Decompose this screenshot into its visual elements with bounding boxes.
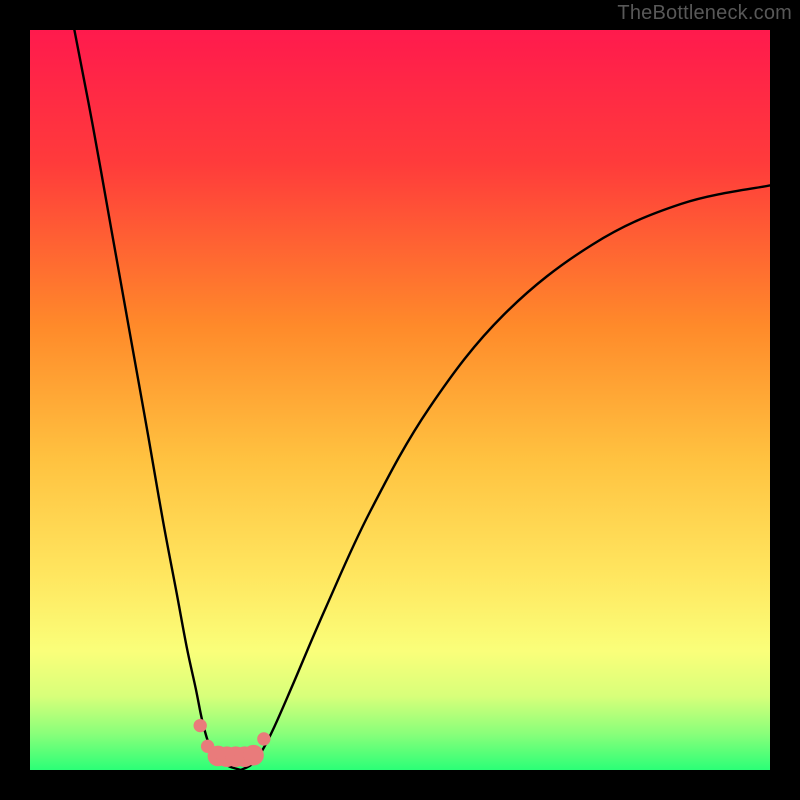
chart-container: TheBottleneck.com bbox=[0, 0, 800, 800]
watermark: TheBottleneck.com bbox=[617, 2, 792, 25]
trough-marker bbox=[194, 719, 207, 732]
trough-marker bbox=[257, 732, 270, 745]
bottleneck-curve-chart bbox=[0, 0, 800, 800]
trough-marker bbox=[243, 745, 264, 766]
